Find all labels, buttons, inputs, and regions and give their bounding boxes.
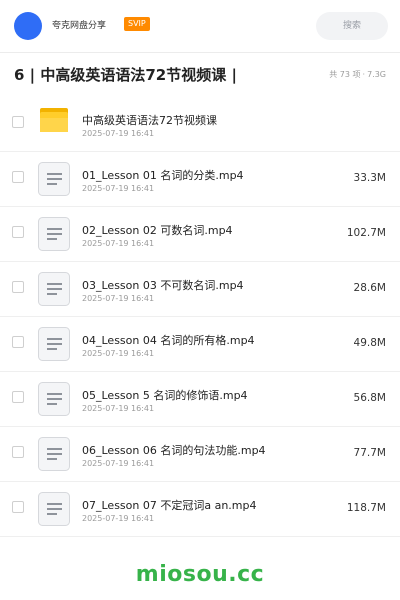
file-size: 102.7M: [346, 227, 386, 239]
file-date: 2025-07-19 16:41: [82, 129, 155, 138]
total-size: 7.3G: [367, 70, 386, 79]
file-name: 07_Lesson 07 不定冠词a an.mp4: [82, 499, 257, 512]
file-date: 2025-07-19 16:41: [82, 184, 155, 193]
row-checkbox[interactable]: [12, 391, 24, 403]
avatar[interactable]: [14, 12, 42, 40]
file-row[interactable]: 中高级英语语法72节视频课 2025-07-19 16:41: [0, 97, 400, 152]
file-date: 2025-07-19 16:41: [82, 294, 155, 303]
file-name: 04_Lesson 04 名词的所有格.mp4: [82, 334, 255, 347]
row-checkbox[interactable]: [12, 281, 24, 293]
file-date: 2025-07-19 16:41: [82, 514, 155, 523]
folder-title-bar: 6 | 中高级英语语法72节视频课 | 共 73 项 · 7.3G: [0, 52, 400, 98]
file-size: 118.7M: [346, 502, 386, 514]
document-icon: [38, 217, 70, 251]
file-row[interactable]: 01_Lesson 01 名词的分类.mp4 2025-07-19 16:41 …: [0, 152, 400, 207]
document-icon: [38, 272, 70, 306]
watermark-logo: miosou.cc: [135, 562, 265, 587]
file-size: 56.8M: [353, 392, 386, 404]
page-title: 6 | 中高级英语语法72节视频课 |: [14, 66, 237, 84]
file-name: 03_Lesson 03 不可数名词.mp4: [82, 279, 244, 292]
row-checkbox[interactable]: [12, 171, 24, 183]
document-icon: [38, 492, 70, 526]
file-row[interactable]: 06_Lesson 06 名词的句法功能.mp4 2025-07-19 16:4…: [0, 427, 400, 482]
file-size: 33.3M: [353, 172, 386, 184]
file-size: 28.6M: [353, 282, 386, 294]
item-count: 共 73 项: [329, 70, 361, 79]
document-icon: [38, 382, 70, 416]
file-name: 02_Lesson 02 可数名词.mp4: [82, 224, 233, 237]
document-icon: [38, 327, 70, 361]
file-date: 2025-07-19 16:41: [82, 349, 155, 358]
svip-badge: SVIP: [124, 17, 150, 31]
file-date: 2025-07-19 16:41: [82, 239, 155, 248]
file-name: 05_Lesson 5 名词的修饰语.mp4: [82, 389, 248, 402]
file-date: 2025-07-19 16:41: [82, 404, 155, 413]
row-checkbox[interactable]: [12, 501, 24, 513]
row-checkbox[interactable]: [12, 226, 24, 238]
share-header: 夸克网盘分享 SVIP 搜索: [0, 0, 400, 53]
row-checkbox[interactable]: [12, 116, 24, 128]
file-row[interactable]: 02_Lesson 02 可数名词.mp4 2025-07-19 16:41 1…: [0, 207, 400, 262]
share-name: 夸克网盘分享: [52, 21, 107, 31]
search-input[interactable]: 搜索: [316, 12, 388, 40]
file-name: 01_Lesson 01 名词的分类.mp4: [82, 169, 244, 182]
file-row[interactable]: 05_Lesson 5 名词的修饰语.mp4 2025-07-19 16:41 …: [0, 372, 400, 427]
row-checkbox[interactable]: [12, 336, 24, 348]
file-row[interactable]: 03_Lesson 03 不可数名词.mp4 2025-07-19 16:41 …: [0, 262, 400, 317]
folder-icon: [38, 107, 70, 141]
file-name: 中高级英语语法72节视频课: [82, 114, 217, 127]
folder-meta: 共 73 项 · 7.3G: [329, 69, 386, 80]
document-icon: [38, 437, 70, 471]
file-date: 2025-07-19 16:41: [82, 459, 155, 468]
file-row[interactable]: 07_Lesson 07 不定冠词a an.mp4 2025-07-19 16:…: [0, 482, 400, 537]
file-size: 77.7M: [353, 447, 386, 459]
file-size: 49.8M: [353, 337, 386, 349]
document-icon: [38, 162, 70, 196]
row-checkbox[interactable]: [12, 446, 24, 458]
file-row[interactable]: 04_Lesson 04 名词的所有格.mp4 2025-07-19 16:41…: [0, 317, 400, 372]
file-list: 中高级英语语法72节视频课 2025-07-19 16:41 01_Lesson…: [0, 97, 400, 537]
file-name: 06_Lesson 06 名词的句法功能.mp4: [82, 444, 266, 457]
